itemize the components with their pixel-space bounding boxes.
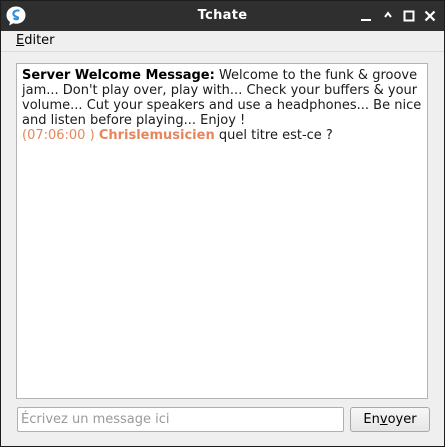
close-icon[interactable]: [422, 8, 438, 24]
minimize-icon[interactable]: [358, 8, 374, 24]
menu-editer-mnemonic: E: [16, 33, 25, 48]
restore-icon[interactable]: [380, 8, 396, 24]
maximize-icon[interactable]: [401, 8, 417, 24]
title-bar[interactable]: Tchate: [1, 1, 444, 31]
message-input-placeholder: Écrivez un message ici: [21, 412, 170, 427]
message-user[interactable]: Chrislemusicien: [99, 128, 215, 143]
window-title: Tchate: [197, 8, 248, 23]
message-text: quel titre est-ce ?: [218, 128, 333, 143]
send-button[interactable]: Envoyer: [350, 407, 430, 432]
message-input[interactable]: Écrivez un message ici: [17, 407, 344, 432]
welcome-message: Server Welcome Message: Welcome to the f…: [22, 68, 422, 128]
welcome-label: Server Welcome Message:: [22, 68, 215, 83]
chat-message: (07:06:00 ) Chrislemusicien quel titre e…: [22, 128, 422, 143]
chat-window: Tchate Editer Server Welcome Message: We…: [0, 0, 445, 447]
send-button-label: Envoyer: [363, 412, 417, 427]
menu-editer[interactable]: Editer: [16, 33, 55, 48]
chat-history[interactable]: Server Welcome Message: Welcome to the f…: [16, 63, 428, 399]
menu-bar: Editer: [1, 31, 444, 52]
message-timestamp: (07:06:00 ): [22, 128, 95, 143]
menu-editer-label: diter: [24, 33, 55, 48]
